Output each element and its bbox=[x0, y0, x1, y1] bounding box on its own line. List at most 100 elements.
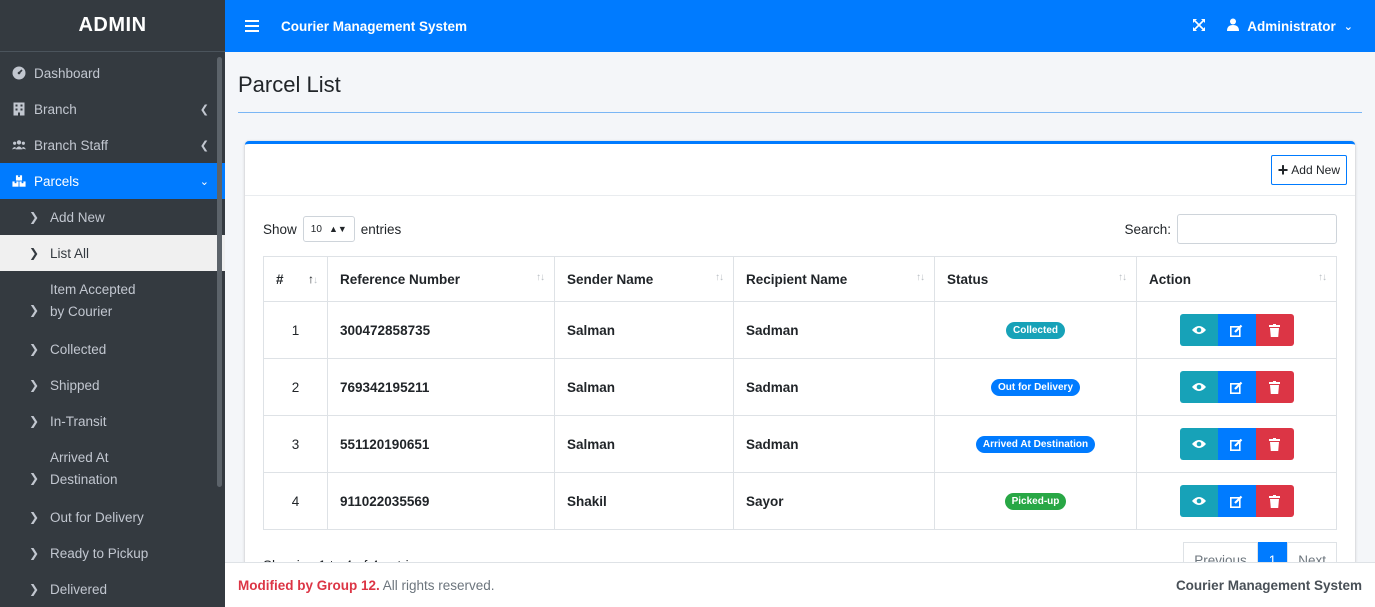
fullscreen-icon[interactable] bbox=[1193, 18, 1206, 34]
edit-icon bbox=[1230, 495, 1243, 508]
column-header-number[interactable]: # ↑↓ bbox=[263, 256, 328, 302]
sidebar-item-dashboard[interactable]: Dashboard bbox=[0, 55, 225, 91]
row-number: 2 bbox=[263, 358, 328, 416]
column-header-recipient[interactable]: Recipient Name ↑↓ bbox=[733, 256, 935, 302]
edit-button[interactable] bbox=[1217, 428, 1256, 460]
sidebar-subitem-arrived[interactable]: ❯ Arrived At Destination bbox=[0, 439, 225, 499]
sidebar-subitem-delivered[interactable]: ❯ Delivered bbox=[0, 571, 225, 607]
chevron-right-icon: ❯ bbox=[29, 246, 40, 260]
entries-per-page-select[interactable]: 10 ▲▼ bbox=[302, 216, 355, 242]
column-header-sender[interactable]: Sender Name ↑↓ bbox=[554, 256, 734, 302]
main-content: Parcel List + Add New Show 10 ▲▼ entries… bbox=[225, 52, 1375, 571]
add-new-button[interactable]: + Add New bbox=[1270, 155, 1347, 185]
view-button[interactable] bbox=[1179, 314, 1218, 346]
eye-icon bbox=[1191, 440, 1206, 448]
footer-rights: All rights reserved. bbox=[379, 577, 495, 593]
sidebar-subitem-in-transit[interactable]: ❯ In-Transit bbox=[0, 403, 225, 439]
sidebar-subitem-label-line2: by Courier bbox=[50, 304, 113, 319]
chevron-right-icon: ❯ bbox=[29, 210, 40, 224]
row-actions bbox=[1179, 485, 1294, 517]
app-title: Courier Management System bbox=[281, 18, 468, 34]
row-number: 3 bbox=[263, 415, 328, 473]
plus-icon: + bbox=[1277, 160, 1289, 180]
entries-per-page-value: 10 bbox=[310, 223, 322, 235]
sender-name: Salman bbox=[554, 358, 734, 416]
sidebar-subitem-label: In-Transit bbox=[50, 413, 107, 429]
sidebar-item-label: Branch bbox=[34, 101, 77, 117]
edit-button[interactable] bbox=[1217, 314, 1256, 346]
row-actions bbox=[1179, 428, 1294, 460]
edit-button[interactable] bbox=[1217, 371, 1256, 403]
sidebar-item-branch-staff[interactable]: Branch Staff ❮ bbox=[0, 127, 225, 163]
card-header: + Add New bbox=[245, 144, 1355, 196]
sidebar-subitem-label-line2: Destination bbox=[50, 472, 118, 487]
show-label: Show bbox=[263, 221, 297, 237]
edit-icon bbox=[1230, 438, 1243, 451]
column-header-reference[interactable]: Reference Number ↑↓ bbox=[327, 256, 555, 302]
add-new-label: Add New bbox=[1291, 163, 1340, 177]
trash-icon bbox=[1269, 437, 1280, 451]
column-header-action[interactable]: Action ↑↓ bbox=[1136, 256, 1337, 302]
sidebar-nav: Dashboard Branch ❮ Branch Staff ❮ Parcel… bbox=[0, 52, 225, 607]
chevron-right-icon: ❯ bbox=[29, 582, 40, 596]
delete-button[interactable] bbox=[1255, 371, 1294, 403]
menu-toggle-icon[interactable] bbox=[245, 20, 259, 32]
eye-icon bbox=[1191, 383, 1206, 391]
table-controls: Show 10 ▲▼ entries Search: bbox=[263, 214, 1337, 244]
edit-button[interactable] bbox=[1217, 485, 1256, 517]
delete-button[interactable] bbox=[1255, 485, 1294, 517]
sidebar-item-branch[interactable]: Branch ❮ bbox=[0, 91, 225, 127]
row-number: 4 bbox=[263, 472, 328, 530]
chevron-right-icon: ❯ bbox=[29, 414, 40, 428]
sidebar-subitem-shipped[interactable]: ❯ Shipped bbox=[0, 367, 225, 403]
page-title: Parcel List bbox=[238, 72, 341, 97]
user-menu[interactable]: Administrator ⌄ bbox=[1227, 18, 1353, 34]
sort-icon: ↑↓ bbox=[715, 272, 724, 283]
brand-logo[interactable]: ADMIN bbox=[0, 0, 225, 52]
view-button[interactable] bbox=[1179, 485, 1218, 517]
chevron-left-icon: ❮ bbox=[199, 103, 209, 116]
footer: Modified by Group 12. All rights reserve… bbox=[225, 562, 1375, 607]
sidebar-subitem-add-new[interactable]: ❯ Add New bbox=[0, 199, 225, 235]
sort-asc-icon: ↑↓ bbox=[308, 272, 318, 286]
edit-icon bbox=[1230, 324, 1243, 337]
chevron-right-icon: ❯ bbox=[29, 546, 40, 560]
sidebar-subitem-label: Out for Delivery bbox=[50, 509, 144, 525]
delete-button[interactable] bbox=[1255, 428, 1294, 460]
sort-icon: ↑↓ bbox=[1318, 272, 1327, 283]
sort-updown-icon: ▲▼ bbox=[328, 224, 347, 234]
view-button[interactable] bbox=[1179, 371, 1218, 403]
sidebar-subitem-label: Ready to Pickup bbox=[50, 545, 149, 561]
view-button[interactable] bbox=[1179, 428, 1218, 460]
chevron-right-icon: ❯ bbox=[29, 342, 40, 356]
trash-icon bbox=[1269, 323, 1280, 337]
sidebar-scrollbar[interactable] bbox=[217, 57, 222, 487]
eye-icon bbox=[1191, 497, 1206, 505]
sort-icon: ↑↓ bbox=[536, 272, 545, 283]
column-header-status[interactable]: Status ↑↓ bbox=[934, 256, 1137, 302]
sidebar-subitem-label: Collected bbox=[50, 341, 107, 357]
search-input[interactable] bbox=[1177, 214, 1337, 244]
status-badge: Out for Delivery bbox=[990, 379, 1081, 396]
sidebar-subitem-ready-to-pickup[interactable]: ❯ Ready to Pickup bbox=[0, 535, 225, 571]
sidebar-subitem-list-all[interactable]: ❯ List All bbox=[0, 235, 225, 271]
chevron-left-icon: ❮ bbox=[199, 139, 209, 152]
sender-name: Salman bbox=[554, 415, 734, 473]
reference-number: 911022035569 bbox=[327, 472, 555, 530]
chevron-down-icon: ⌄ bbox=[1343, 20, 1353, 33]
sidebar-item-label: Dashboard bbox=[34, 65, 101, 81]
sort-icon: ↑↓ bbox=[916, 272, 925, 283]
table-header-row: # ↑↓ Reference Number ↑↓ Sender Name ↑↓ Rec… bbox=[263, 256, 1337, 302]
parcel-list-card: + Add New Show 10 ▲▼ entries Search: # ↑… bbox=[245, 141, 1355, 571]
sidebar-subitem-collected[interactable]: ❯ Collected bbox=[0, 331, 225, 367]
table-row: 2 769342195211 Salman Sadman Out for Del… bbox=[263, 358, 1337, 416]
table-row: 4 911022035569 Shakil Sayor Picked-up bbox=[263, 472, 1337, 530]
sidebar-subitem-item-accepted[interactable]: ❯ Item Accepted by Courier bbox=[0, 271, 225, 331]
sidebar-subitem-out-for-delivery[interactable]: ❯ Out for Delivery bbox=[0, 499, 225, 535]
recipient-name: Sadman bbox=[733, 415, 935, 473]
delete-button[interactable] bbox=[1255, 314, 1294, 346]
user-icon bbox=[1227, 18, 1240, 34]
sidebar-item-parcels[interactable]: Parcels ⌄ bbox=[0, 163, 225, 199]
chevron-right-icon: ❯ bbox=[29, 471, 40, 485]
reference-number: 551120190651 bbox=[327, 415, 555, 473]
